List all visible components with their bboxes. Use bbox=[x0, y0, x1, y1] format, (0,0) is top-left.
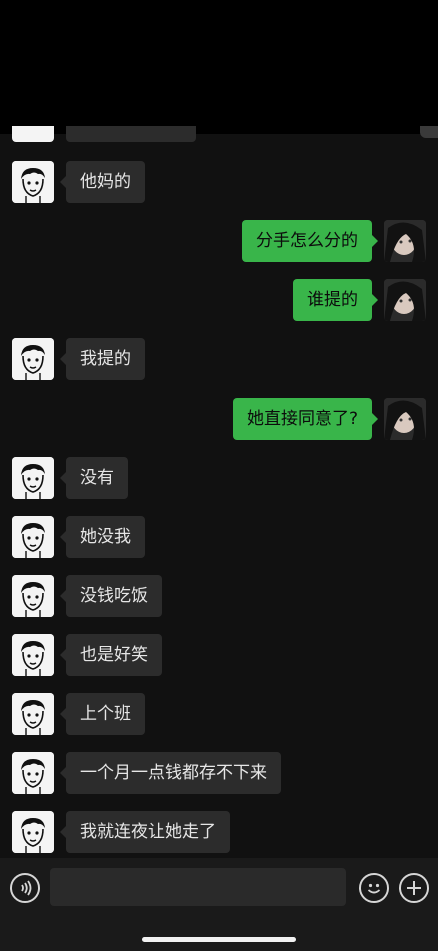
message-input[interactable] bbox=[50, 868, 346, 906]
photo-avatar-icon bbox=[384, 279, 426, 321]
avatar[interactable] bbox=[384, 398, 426, 440]
message-bubble[interactable]: 谁提的 bbox=[293, 279, 378, 321]
avatar[interactable] bbox=[12, 516, 54, 558]
avatar[interactable] bbox=[12, 126, 54, 142]
cartoon-avatar-icon bbox=[12, 693, 54, 735]
cartoon-avatar-icon bbox=[12, 161, 54, 203]
avatar[interactable] bbox=[12, 575, 54, 617]
message-row: 没钱吃饭 bbox=[0, 575, 438, 617]
avatar[interactable] bbox=[12, 457, 54, 499]
message-bubble[interactable]: 一个月一点钱都存不下来 bbox=[60, 752, 281, 794]
message-bubble[interactable]: 没钱吃饭 bbox=[60, 575, 162, 617]
cartoon-avatar-icon bbox=[12, 575, 54, 617]
message-row: 一个月一点钱都存不下来 bbox=[0, 752, 438, 794]
message-bubble[interactable]: 她没我 bbox=[60, 516, 145, 558]
message-bubble[interactable]: 分手怎么分的 bbox=[242, 220, 378, 262]
top-black-area bbox=[0, 0, 438, 134]
message-row: 我就连夜让她走了 bbox=[0, 811, 438, 853]
message-row: 没有 bbox=[0, 457, 438, 499]
message-bubble[interactable]: 他妈的 bbox=[60, 161, 145, 203]
message-bubble[interactable]: 没有 bbox=[60, 457, 128, 499]
cartoon-avatar-icon bbox=[12, 338, 54, 380]
voice-icon[interactable] bbox=[10, 873, 40, 903]
message-bubble[interactable]: 我提的 bbox=[60, 338, 145, 380]
cartoon-avatar-icon bbox=[12, 811, 54, 853]
message-row: 也是好笑 bbox=[0, 634, 438, 676]
message-bubble[interactable]: 我就连夜让她走了 bbox=[60, 811, 230, 853]
message-bubble[interactable]: 她直接同意了? bbox=[232, 398, 379, 440]
avatar[interactable] bbox=[384, 220, 426, 262]
message-bubble[interactable]: 上个班 bbox=[60, 693, 145, 735]
message-row: 分手怎么分的 bbox=[0, 220, 438, 262]
home-indicator[interactable] bbox=[142, 937, 296, 942]
message-bubble[interactable] bbox=[66, 126, 196, 142]
avatar[interactable] bbox=[12, 161, 54, 203]
message-row: 我提的 bbox=[0, 338, 438, 380]
cartoon-avatar-icon bbox=[12, 752, 54, 794]
message-row: 她没我 bbox=[0, 516, 438, 558]
avatar[interactable] bbox=[12, 752, 54, 794]
photo-avatar-icon bbox=[384, 398, 426, 440]
photo-avatar-icon bbox=[384, 220, 426, 262]
message-bubble[interactable]: 也是好笑 bbox=[60, 634, 162, 676]
plus-icon[interactable] bbox=[399, 873, 429, 903]
avatar[interactable] bbox=[12, 634, 54, 676]
avatar[interactable] bbox=[12, 811, 54, 853]
cartoon-avatar-icon bbox=[12, 457, 54, 499]
avatar[interactable] bbox=[420, 126, 438, 138]
emoji-icon[interactable] bbox=[359, 873, 389, 903]
message-row: 上个班 bbox=[0, 693, 438, 735]
cartoon-avatar-icon bbox=[12, 634, 54, 676]
cartoon-avatar-icon bbox=[12, 516, 54, 558]
avatar[interactable] bbox=[12, 693, 54, 735]
message-row: 他妈的 bbox=[0, 161, 438, 203]
message-row: 谁提的 bbox=[0, 279, 438, 321]
avatar[interactable] bbox=[384, 279, 426, 321]
avatar[interactable] bbox=[12, 338, 54, 380]
message-row: 她直接同意了? bbox=[0, 398, 438, 440]
